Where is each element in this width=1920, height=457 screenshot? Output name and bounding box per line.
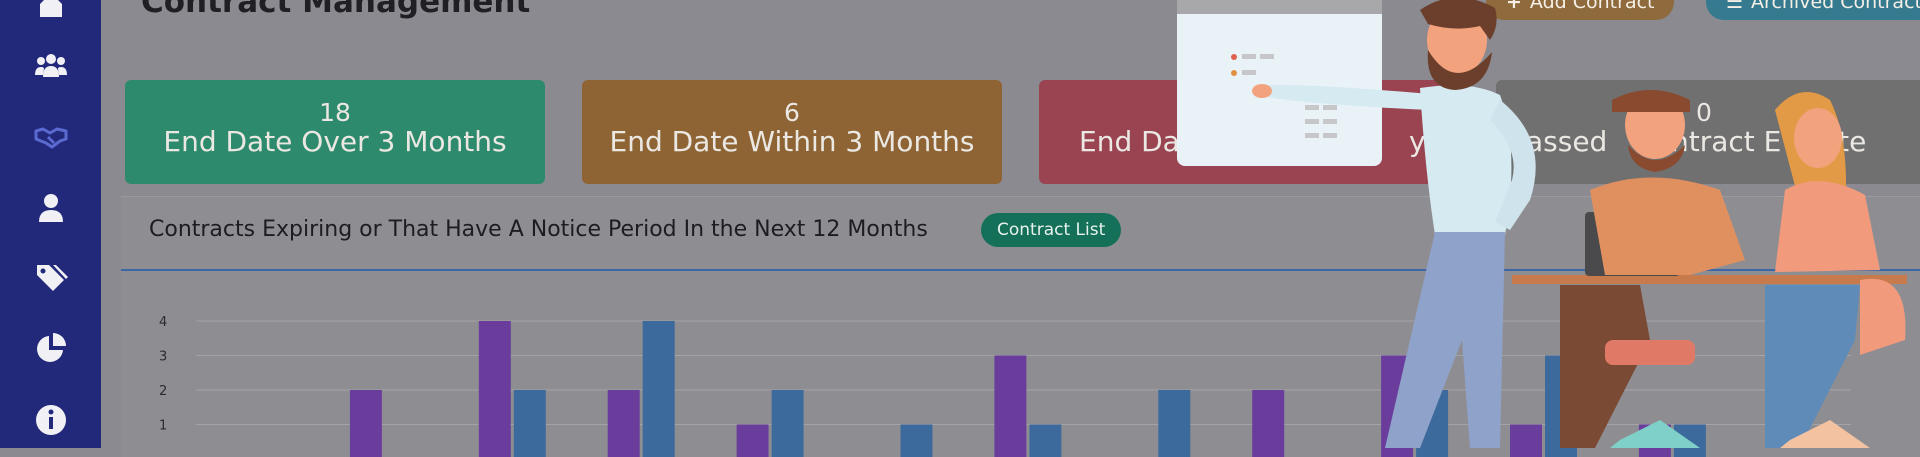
team-illustration	[0, 0, 1920, 448]
